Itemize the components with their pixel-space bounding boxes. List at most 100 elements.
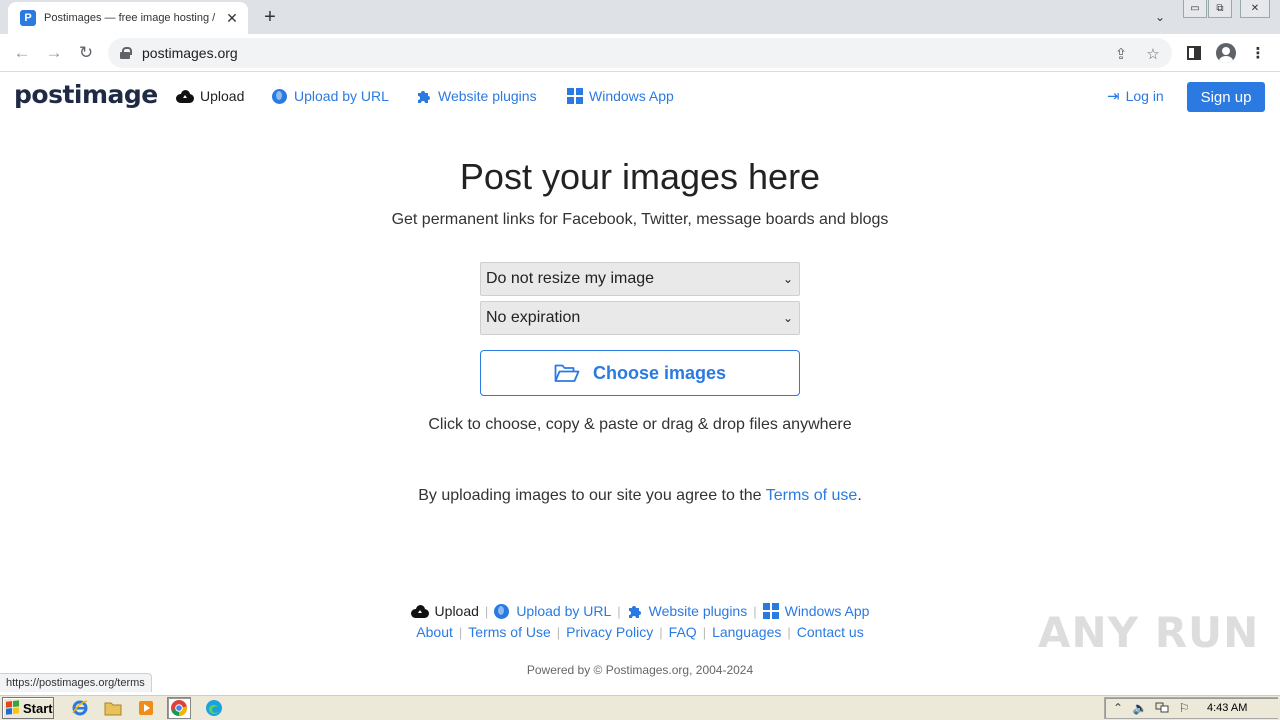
nav-upload-by-url-label: Upload by URL: [294, 88, 389, 104]
reload-icon[interactable]: ↻: [74, 41, 98, 65]
footer-website-plugins-label: Website plugins: [648, 603, 748, 619]
choose-images-button[interactable]: Choose images: [480, 350, 800, 396]
separator: |: [556, 624, 561, 640]
network-icon[interactable]: [1153, 700, 1171, 716]
upload-hint: Click to choose, copy & paste or drag & …: [428, 416, 852, 433]
separator: |: [617, 603, 621, 619]
choose-images-label: Choose images: [592, 362, 727, 383]
terms-of-use-link[interactable]: Terms of use: [766, 487, 858, 504]
back-arrow-icon[interactable]: ←: [10, 41, 34, 65]
footer-contact-link[interactable]: Contact us: [797, 624, 864, 640]
minimize-button[interactable]: ▭: [1183, 0, 1207, 18]
globe-icon: [272, 88, 287, 104]
action-center-flag-icon[interactable]: ⚐: [1175, 700, 1193, 716]
new-tab-button[interactable]: +: [258, 6, 282, 28]
footer-terms-link[interactable]: Terms of Use: [468, 624, 550, 640]
separator: |: [458, 624, 463, 640]
nav-windows-app-label: Windows App: [589, 88, 674, 104]
lock-icon[interactable]: [120, 47, 132, 59]
expiration-select-value: No expiration: [486, 309, 581, 326]
address-bar[interactable]: postimages.org ⇪ ☆: [108, 38, 1172, 68]
tab-title: Postimages — free image hosting / im: [44, 12, 218, 24]
taskbar-clock[interactable]: 4:43 AM: [1207, 702, 1247, 714]
nav-upload-link[interactable]: Upload: [176, 88, 244, 104]
postimage-logo[interactable]: postimage: [14, 80, 158, 109]
nav-website-plugins-label: Website plugins: [438, 88, 537, 104]
windows-logo-icon: [567, 88, 583, 104]
browser-menu-icon[interactable]: ⋮: [1247, 42, 1269, 64]
footer-windows-app-link[interactable]: Windows App: [762, 603, 870, 619]
close-tab-icon[interactable]: ✕: [224, 10, 240, 26]
footer-upload-by-url-link[interactable]: Upload by URL: [494, 603, 611, 619]
separator: |: [702, 624, 707, 640]
agree-text: By uploading images to our site you agre…: [418, 487, 762, 504]
resize-select-value: Do not resize my image: [486, 270, 655, 287]
media-player-icon[interactable]: [134, 697, 158, 719]
globe-icon: [494, 603, 510, 619]
expiration-select[interactable]: No expiration ⌄: [480, 301, 800, 335]
login-label: Log in: [1125, 88, 1164, 104]
footer-faq-link[interactable]: FAQ: [669, 624, 697, 640]
folder-open-icon: [554, 363, 580, 383]
file-explorer-icon[interactable]: [101, 697, 125, 719]
bookmark-star-icon[interactable]: ☆: [1144, 45, 1162, 63]
chrome-icon[interactable]: [167, 697, 191, 719]
puzzle-icon: [416, 88, 432, 104]
cloud-upload-icon: [410, 604, 429, 618]
footer-upload-by-url-label: Upload by URL: [516, 603, 612, 619]
restore-button[interactable]: ⧉: [1208, 0, 1232, 18]
footer-privacy-link[interactable]: Privacy Policy: [566, 624, 653, 640]
chevron-down-icon: ⌄: [782, 311, 794, 325]
start-button[interactable]: Start: [2, 697, 54, 719]
nav-website-plugins-link[interactable]: Website plugins: [416, 88, 537, 104]
signup-button[interactable]: Sign up: [1187, 82, 1265, 112]
share-icon[interactable]: ⇪: [1112, 45, 1130, 63]
side-panel-icon[interactable]: [1183, 42, 1205, 64]
windows-flag-icon: [6, 700, 20, 715]
tab-search-chevron-icon[interactable]: ⌄: [1150, 8, 1170, 26]
footer-website-plugins-link[interactable]: Website plugins: [627, 603, 748, 619]
separator: |: [753, 603, 757, 619]
separator: |: [659, 624, 663, 640]
volume-icon[interactable]: 🔈: [1131, 700, 1149, 716]
terms-agreement: By uploading images to our site you agre…: [0, 487, 1280, 505]
status-bar-url: https://postimages.org/terms: [0, 673, 152, 692]
footer-windows-app-label: Windows App: [784, 603, 870, 619]
puzzle-icon: [627, 603, 643, 619]
nav-upload-by-url-link[interactable]: Upload by URL: [272, 88, 389, 104]
browser-tab[interactable]: P Postimages — free image hosting / im ✕: [8, 2, 248, 34]
footer-about-link[interactable]: About: [416, 624, 453, 640]
browser-titlebar: P Postimages — free image hosting / im ✕…: [0, 0, 1280, 34]
anyrun-watermark: ANY RUN: [1038, 608, 1260, 657]
start-label: Start: [23, 700, 53, 716]
page-subtitle: Get permanent links for Facebook, Twitte…: [391, 211, 889, 228]
sign-in-icon: ⇥: [1107, 87, 1120, 105]
close-window-button[interactable]: ✕: [1240, 0, 1270, 18]
footer-languages-link[interactable]: Languages: [712, 624, 781, 640]
powered-by-text: Powered by © Postimages.org, 2004-2024: [526, 663, 754, 677]
windows-logo-icon: [762, 603, 779, 619]
separator: |: [484, 603, 489, 619]
edge-icon[interactable]: [202, 697, 226, 719]
login-link[interactable]: ⇥ Log in: [1107, 88, 1164, 104]
forward-arrow-icon[interactable]: →: [42, 41, 66, 65]
profile-avatar-icon[interactable]: [1215, 42, 1237, 64]
agree-end: .: [857, 487, 862, 504]
internet-explorer-icon[interactable]: [68, 697, 92, 719]
nav-upload-label: Upload: [200, 88, 245, 104]
chevron-down-icon: ⌄: [782, 272, 794, 286]
footer-upload-link[interactable]: Upload: [410, 603, 479, 619]
separator: |: [787, 624, 791, 640]
postimages-favicon-icon: P: [20, 10, 36, 26]
windows-taskbar: Start ⌃ 🔈 ⚐ 4:43 AM: [0, 694, 1280, 720]
system-tray: ⌃ 🔈 ⚐ 4:43 AM: [1104, 697, 1278, 719]
address-url[interactable]: postimages.org: [142, 45, 238, 61]
footer-upload-label: Upload: [434, 603, 479, 619]
resize-select[interactable]: Do not resize my image ⌄: [480, 262, 800, 296]
show-hidden-icons-icon[interactable]: ⌃: [1109, 700, 1127, 716]
cloud-upload-icon: [176, 89, 194, 103]
browser-toolbar: ← → ↻ postimages.org ⇪ ☆ ⋮: [0, 34, 1280, 72]
site-navbar: postimage Upload Upload by URL Website p…: [0, 72, 1280, 122]
nav-windows-app-link[interactable]: Windows App: [567, 88, 674, 104]
page-title: Post your images here: [459, 156, 821, 197]
